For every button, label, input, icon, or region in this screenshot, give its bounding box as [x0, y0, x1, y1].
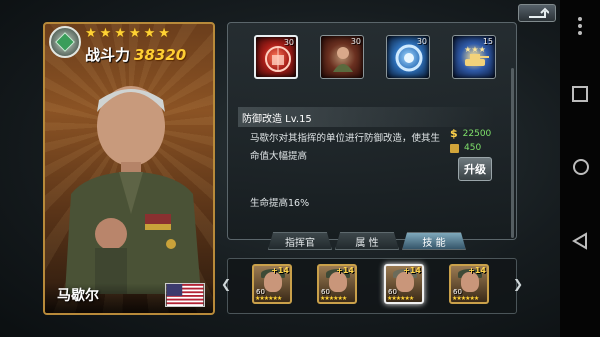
combat-power-label: 战斗力 — [85, 46, 131, 64]
skill-list: 30 30 30 ★★★ 15 — [254, 35, 496, 79]
star-icon: ★ — [158, 26, 170, 41]
skill-panel: 30 30 30 ★★★ 15 防御改造 Lv.15 马歇尔对其指挥的单位进行防… — [227, 22, 517, 240]
ammo-icon — [450, 143, 459, 153]
hero-stars: ★★★★★★ — [255, 295, 282, 302]
skill-name: 防御改造 Lv.15 — [242, 114, 312, 125]
star-icon: ★ — [114, 26, 126, 41]
home-icon[interactable] — [572, 158, 590, 176]
hero-plus: +14 — [336, 266, 354, 275]
recent-apps-icon[interactable] — [572, 86, 588, 102]
skill-slot-3[interactable]: 30 — [386, 35, 430, 79]
skill-slot-2[interactable]: 30 — [320, 35, 364, 79]
star-rating: ★ ★ ★ ★ ★ ★ — [85, 27, 170, 40]
ammo-cost: 450 — [464, 143, 482, 153]
tab-attributes[interactable]: 属 性 — [335, 232, 399, 250]
skill-level: 15 — [482, 37, 493, 46]
skill-level: 30 — [283, 38, 294, 47]
money-icon: $ — [450, 127, 458, 140]
hero-name: 马歇尔 — [57, 288, 99, 304]
back-arrow-icon — [529, 7, 549, 18]
hero-slot[interactable]: +14 60 ★★★★★★ — [449, 264, 489, 304]
star-icon: ★ — [143, 26, 156, 41]
menu-dots-icon[interactable] — [572, 16, 588, 36]
skill-effect: 生命提高16% — [250, 198, 310, 209]
hero-plus: +14 — [403, 266, 421, 275]
back-button[interactable] — [518, 4, 556, 22]
combat-power-value: 38320 — [134, 46, 187, 64]
skill-slot-1[interactable]: 30 — [254, 35, 298, 79]
tab-commander[interactable]: 指挥官 — [268, 232, 332, 250]
shield-ring-icon — [395, 44, 423, 72]
scroll-right-icon[interactable]: ❯ — [513, 277, 523, 291]
combat-power: 战斗力 38320 — [85, 44, 186, 65]
hero-plus: +14 — [271, 266, 289, 275]
skill-slot-4[interactable]: ★★★ 15 — [452, 35, 496, 79]
tab-skills[interactable]: 技 能 — [402, 232, 466, 250]
upgrade-button[interactable]: 升级 — [458, 157, 492, 181]
skill-level: 30 — [416, 37, 427, 46]
hero-slot[interactable]: +14 60 ★★★★★★ — [317, 264, 357, 304]
usa-flag-icon — [165, 283, 205, 307]
hero-stars: ★★★★★★ — [452, 295, 479, 302]
hero-stars: ★★★★★★ — [387, 295, 414, 302]
hero-slot-selected[interactable]: +14 60 ★★★★★★ — [384, 264, 424, 304]
svg-text:★★★: ★★★ — [464, 45, 486, 54]
android-nav-bar — [560, 0, 600, 337]
star-icon: ★ — [128, 26, 141, 41]
tab-bar: 指挥官 属 性 技 能 — [268, 232, 466, 250]
scrollbar[interactable] — [511, 68, 514, 238]
hero-portrait — [65, 86, 201, 294]
skill-description: 马歇尔对其指挥的单位进行防御改造，使其生命值大幅提高 — [250, 133, 441, 162]
scroll-left-icon[interactable]: ❮ — [221, 277, 231, 291]
soldier-rage-icon — [333, 47, 353, 72]
star-icon: ★ — [85, 26, 97, 41]
star-icon: ★ — [99, 26, 112, 41]
skill-level: 30 — [350, 37, 361, 46]
cube-emblem-icon — [49, 26, 81, 58]
hero-plus: +14 — [468, 266, 486, 275]
money-cost: 22500 — [462, 129, 492, 139]
upgrade-cost: $ 22500 450 — [450, 127, 491, 155]
hero-slot[interactable]: +14 60 ★★★★★★ — [252, 264, 292, 304]
tank-stars-icon: ★★★ — [464, 45, 489, 66]
back-triangle-icon[interactable] — [572, 232, 588, 250]
hero-card: ★ ★ ★ ★ ★ ★ 战斗力 38320 马歇尔 — [43, 22, 215, 315]
turret-defense-icon — [265, 46, 291, 72]
hero-stars: ★★★★★★ — [320, 295, 347, 302]
